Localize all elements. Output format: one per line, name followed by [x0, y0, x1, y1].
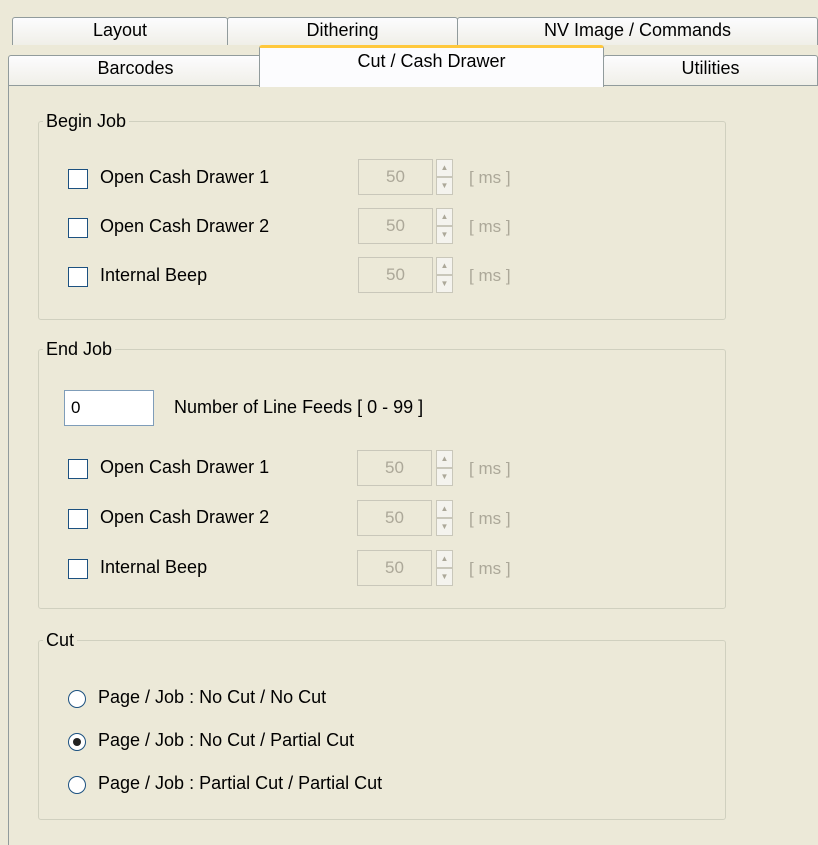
end-open-cash-drawer-1-spinner[interactable]: ▲ ▼	[436, 450, 453, 486]
begin-open-cash-drawer-1-spinner[interactable]: ▲ ▼	[436, 159, 453, 195]
begin-open-cash-drawer-2-label: Open Cash Drawer 2	[100, 216, 270, 236]
end-open-cash-drawer-1-checkbox[interactable]	[68, 459, 88, 479]
begin-internal-beep-spinner[interactable]: ▲ ▼	[436, 257, 453, 293]
cut-option-1-radio[interactable]	[68, 690, 86, 708]
spinner-down-icon[interactable]: ▼	[436, 226, 453, 244]
spinner-up-icon[interactable]: ▲	[436, 550, 453, 568]
line-feeds-label: Number of Line Feeds [ 0 - 99 ]	[174, 397, 424, 417]
tab-utilities[interactable]: Utilities	[603, 55, 818, 85]
end-internal-beep-unit: [ ms ]	[469, 559, 511, 578]
tab-panel: Begin Job Open Cash Drawer 1 50 ▲ ▼ [ ms…	[8, 85, 818, 845]
end-open-cash-drawer-2-label: Open Cash Drawer 2	[100, 507, 270, 527]
begin-open-cash-drawer-2-checkbox[interactable]	[68, 218, 88, 238]
tab-barcodes[interactable]: Barcodes	[8, 55, 263, 85]
cut-title: Cut	[46, 630, 75, 650]
cut-option-3-radio[interactable]	[68, 776, 86, 794]
begin-internal-beep-checkbox[interactable]	[68, 267, 88, 287]
cut-option-3-label: Page / Job : Partial Cut / Partial Cut	[98, 773, 383, 793]
tab-nv-image-commands[interactable]: NV Image / Commands	[457, 17, 818, 45]
end-open-cash-drawer-1-label: Open Cash Drawer 1	[100, 457, 270, 477]
radio-selected-dot-icon	[73, 738, 81, 746]
spinner-down-icon[interactable]: ▼	[436, 468, 453, 486]
begin-open-cash-drawer-1-label: Open Cash Drawer 1	[100, 167, 270, 187]
end-open-cash-drawer-1-ms-input[interactable]: 50	[357, 450, 432, 486]
end-open-cash-drawer-2-spinner[interactable]: ▲ ▼	[436, 500, 453, 536]
spinner-up-icon[interactable]: ▲	[436, 450, 453, 468]
cut-option-partial-cut-partial-cut[interactable]: Page / Job : Partial Cut / Partial Cut	[68, 772, 568, 802]
end-job-title: End Job	[46, 339, 113, 359]
begin-open-cash-drawer-2-ms-input[interactable]: 50	[358, 208, 433, 244]
spinner-down-icon[interactable]: ▼	[436, 568, 453, 586]
begin-open-cash-drawer-2-spinner[interactable]: ▲ ▼	[436, 208, 453, 244]
end-open-cash-drawer-2-checkbox[interactable]	[68, 509, 88, 529]
spinner-up-icon[interactable]: ▲	[436, 500, 453, 518]
begin-internal-beep-ms-input[interactable]: 50	[358, 257, 433, 293]
end-internal-beep-spinner[interactable]: ▲ ▼	[436, 550, 453, 586]
tab-layout[interactable]: Layout	[12, 17, 228, 45]
cut-option-2-label: Page / Job : No Cut / Partial Cut	[98, 730, 355, 750]
end-open-cash-drawer-1-unit: [ ms ]	[469, 459, 511, 478]
end-internal-beep-label: Internal Beep	[100, 557, 208, 577]
end-open-cash-drawer-2-unit: [ ms ]	[469, 509, 511, 528]
cut-option-2-radio[interactable]	[68, 733, 86, 751]
begin-open-cash-drawer-1-ms-input[interactable]: 50	[358, 159, 433, 195]
end-internal-beep-ms-input[interactable]: 50	[357, 550, 432, 586]
end-open-cash-drawer-2-ms-input[interactable]: 50	[357, 500, 432, 536]
begin-open-cash-drawer-2-unit: [ ms ]	[469, 217, 511, 236]
spinner-up-icon[interactable]: ▲	[436, 257, 453, 275]
end-internal-beep-checkbox[interactable]	[68, 559, 88, 579]
spinner-down-icon[interactable]: ▼	[436, 177, 453, 195]
begin-open-cash-drawer-1-unit: [ ms ]	[469, 168, 511, 187]
spinner-up-icon[interactable]: ▲	[436, 208, 453, 226]
spinner-down-icon[interactable]: ▼	[436, 518, 453, 536]
begin-open-cash-drawer-1-checkbox[interactable]	[68, 169, 88, 189]
spinner-down-icon[interactable]: ▼	[436, 275, 453, 293]
begin-internal-beep-label: Internal Beep	[100, 265, 208, 285]
cut-option-1-label: Page / Job : No Cut / No Cut	[98, 687, 327, 707]
begin-job-title: Begin Job	[46, 111, 127, 131]
begin-internal-beep-unit: [ ms ]	[469, 266, 511, 285]
tab-cut-cash-drawer[interactable]: Cut / Cash Drawer	[259, 45, 604, 87]
spinner-up-icon[interactable]: ▲	[436, 159, 453, 177]
cut-option-no-cut-no-cut[interactable]: Page / Job : No Cut / No Cut	[68, 686, 568, 716]
cut-option-no-cut-partial-cut[interactable]: Page / Job : No Cut / Partial Cut	[68, 729, 568, 759]
tab-dithering[interactable]: Dithering	[227, 17, 458, 45]
line-feeds-input[interactable]: 0	[64, 390, 154, 426]
